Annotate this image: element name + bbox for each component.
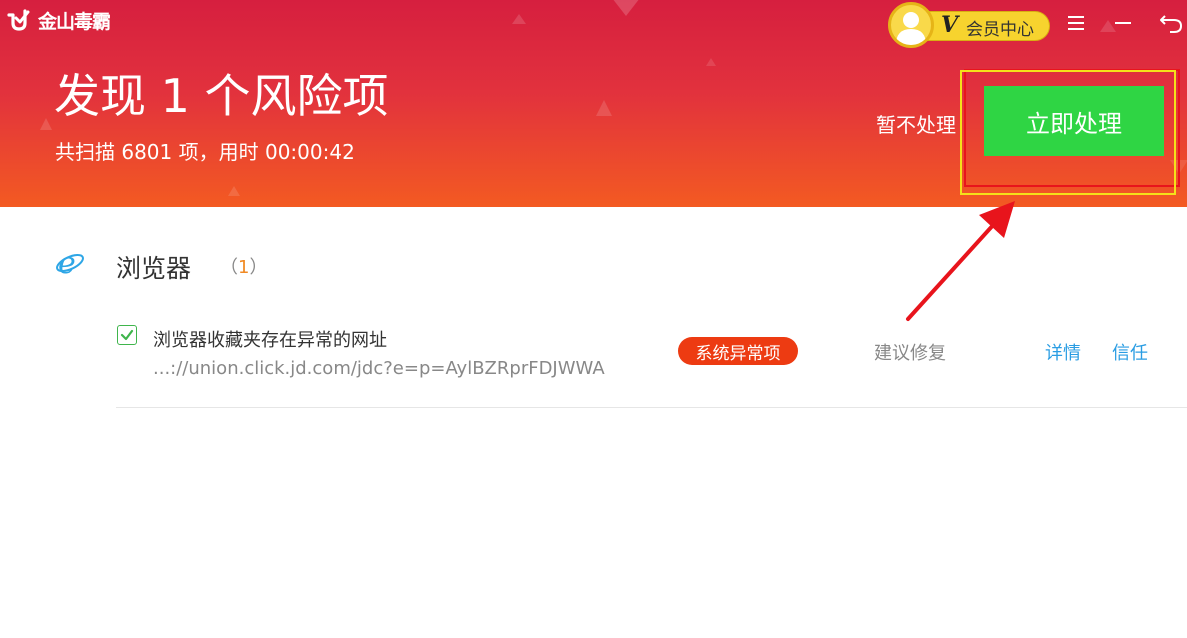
count-number: 1 [238,257,250,278]
duba-logo-icon [7,9,30,31]
item-title: 浏览器收藏夹存在异常的网址 [153,330,387,351]
decor-triangle [40,118,52,130]
back-icon[interactable] [1156,8,1186,38]
count-open: （ [220,257,238,278]
item-checkbox[interactable] [117,325,137,345]
row-divider [116,407,1187,408]
avatar [888,2,934,48]
decor-triangle [1170,160,1187,174]
fix-now-button[interactable]: 立即处理 [984,86,1164,156]
check-icon [120,329,134,341]
menu-icon[interactable] [1062,8,1092,38]
decor-triangle [596,100,612,116]
decor-triangle [706,58,716,66]
ie-browser-icon: e [56,246,84,278]
decor-triangle [612,0,640,16]
annotation-arrow-icon [906,201,1015,321]
app-logo: 金山毒霸 [6,6,111,34]
vip-badge: V [941,12,959,38]
category-title: 浏览器 [116,254,192,283]
category-count: （1） [220,253,267,279]
status-badge: 系统异常项 [678,337,798,365]
header-banner: 金山毒霸 V 会员中心 发现 1 个风险项 共扫描 6801 项，用时 00:0… [0,0,1187,207]
scan-summary: 共扫描 6801 项，用时 00:00:42 [55,140,355,164]
count-close: ） [249,257,268,278]
app-name: 金山毒霸 [38,10,111,33]
suggestion-text: 建议修复 [874,343,946,364]
skip-button[interactable]: 暂不处理 [876,109,956,138]
user-avatar-icon [896,12,926,45]
vip-label: 会员中心 [966,20,1034,40]
detail-link[interactable]: 详情 [1045,339,1081,365]
vip-center-button[interactable]: V 会员中心 [888,2,1050,48]
item-url: ...://union.click.jd.com/jdc?e=p=AylBZRp… [153,358,605,379]
decor-triangle [512,14,526,24]
trust-link[interactable]: 信任 [1112,339,1148,365]
page-title: 发现 1 个风险项 [54,69,389,123]
decor-triangle [228,186,240,196]
minimize-icon[interactable] [1108,8,1138,38]
